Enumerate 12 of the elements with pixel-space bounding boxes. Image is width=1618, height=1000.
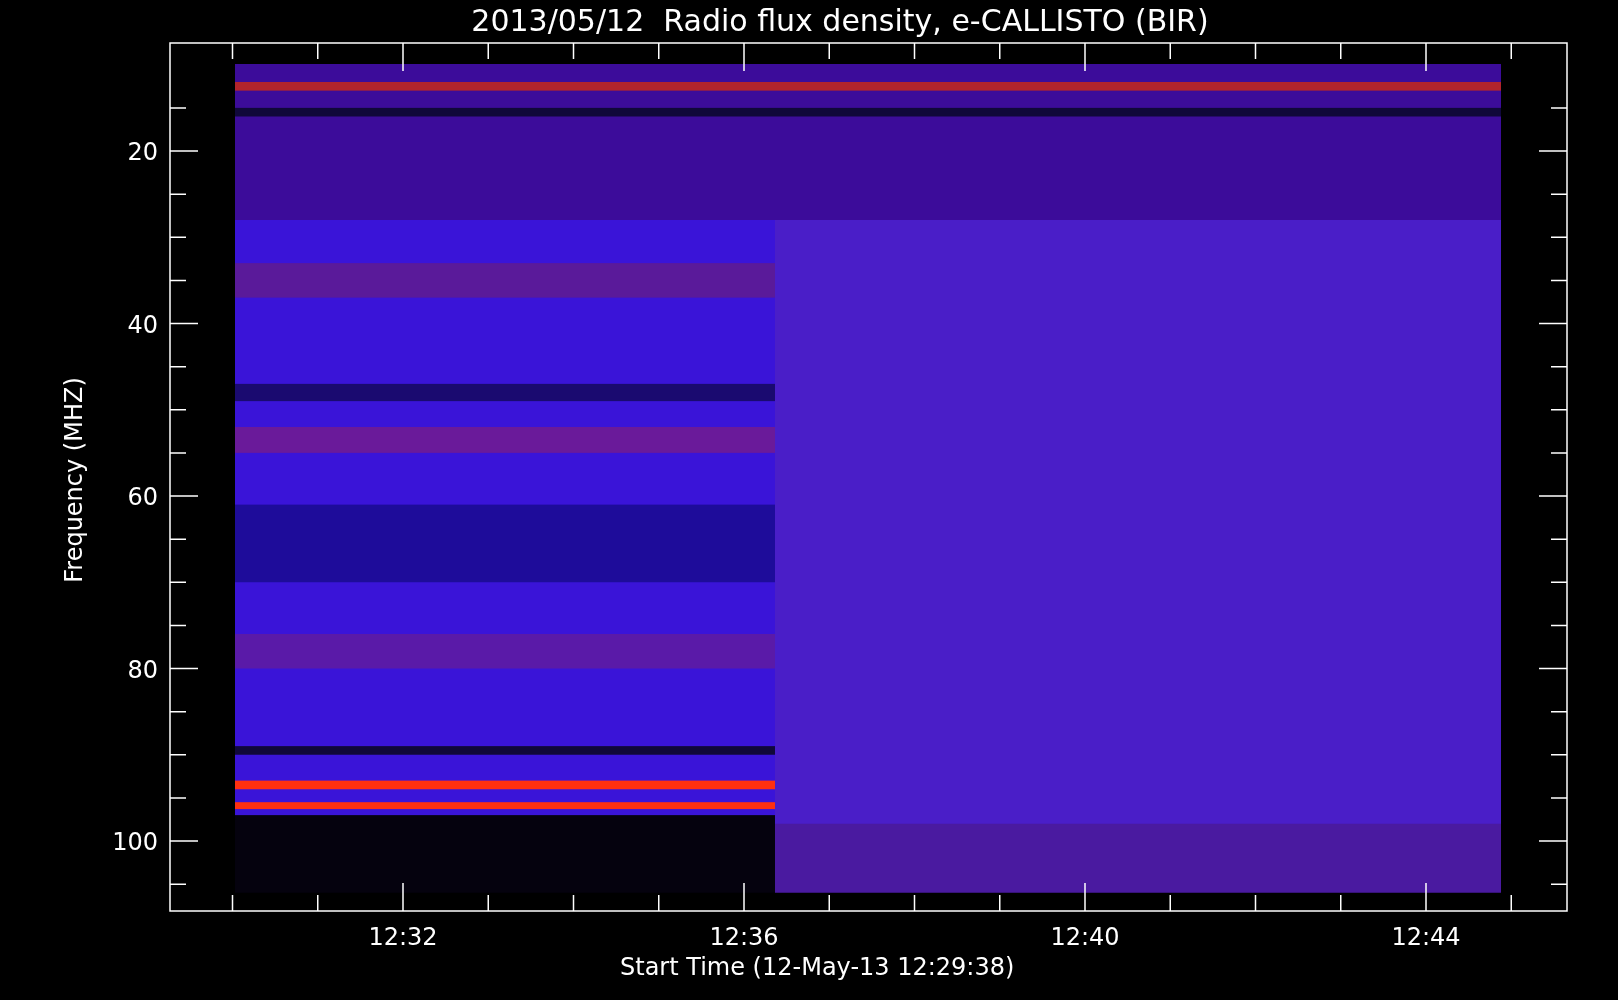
y-tick-label: 40 [127, 310, 158, 339]
x-tick-label: 12:32 [368, 923, 438, 951]
x-tick-label: 12:40 [1050, 923, 1120, 951]
x-tick-label: 12:44 [1391, 923, 1461, 951]
y-tick-label: 80 [127, 655, 158, 684]
plot-title: 2013/05/12 Radio flux density, e-CALLISTO (BIR) [471, 3, 1209, 38]
y-tick-label: 60 [127, 483, 158, 511]
y-tick-label: 20 [127, 138, 158, 166]
x-axis-label: Start Time (12-May-13 12:29:38) [620, 953, 1015, 981]
x-tick-label: 12:36 [709, 923, 779, 951]
y-tick-label: 100 [112, 828, 158, 856]
y-axis-label: Frequency (MHZ) [60, 377, 88, 583]
